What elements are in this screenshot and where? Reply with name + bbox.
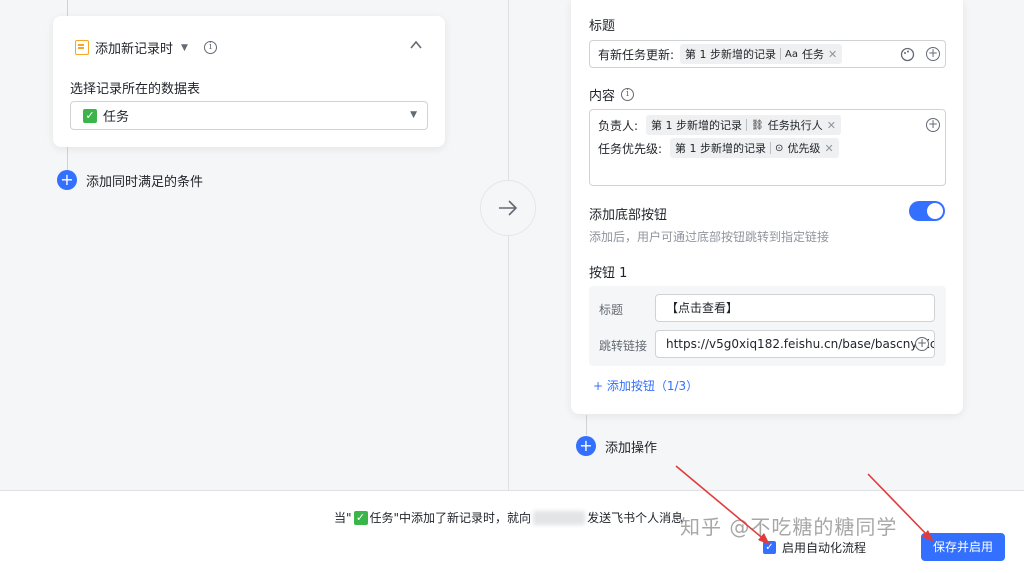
info-icon[interactable]: i	[203, 41, 217, 54]
link-field-icon: ⛓	[751, 119, 764, 131]
content-label-row: 内容 i	[589, 85, 635, 104]
check-mark-icon: ✓	[353, 510, 368, 525]
watermark: 知乎 @不吃糖的糖同学	[680, 515, 898, 539]
flow-arrow	[480, 180, 536, 236]
caret-down-icon[interactable]: ▼	[181, 43, 188, 53]
field-token[interactable]: 第 1 步新增的记录 Aa 任务 ✕	[680, 44, 843, 64]
footer-bar: 当" ✓ 任务"中添加了新记录时，就向 发送飞书个人消息 知乎 @不吃糖的糖同学…	[0, 490, 1024, 573]
token-step: 第 1 步新增的记录	[651, 119, 743, 132]
button-title-label: 标题	[599, 303, 624, 317]
token-step: 第 1 步新增的记录	[675, 142, 767, 155]
field-token[interactable]: 第 1 步新增的记录 ⊙ 优先级 ✕	[670, 138, 839, 158]
add-condition-label: 添加同时满足的条件	[86, 174, 204, 190]
trigger-header[interactable]: 添加新记录时 ▼ i	[75, 38, 217, 57]
plus-icon: +	[57, 170, 77, 190]
action-card: 标题 有新任务更新: 第 1 步新增的记录 Aa 任务 ✕ + 内容 i 负责人…	[571, 0, 963, 414]
button-title-input[interactable]: 【点击查看】	[655, 294, 935, 322]
button-link-value: https://v5g0xiq182.feishu.cn/base/bascny…	[666, 337, 935, 351]
trigger-card: 添加新记录时 ▼ i 选择记录所在的数据表 ✓ 任务 ▼	[53, 16, 445, 147]
token-separator	[746, 119, 748, 131]
remove-icon[interactable]: ✕	[828, 48, 837, 61]
bottom-button-label: 添加底部按钮	[589, 208, 668, 223]
redacted-name	[533, 510, 586, 525]
text-field-icon: Aa	[785, 48, 799, 60]
add-operation-label: 添加操作	[605, 440, 658, 456]
add-condition-button[interactable]: + 添加同时满足的条件	[57, 170, 203, 190]
remove-icon[interactable]: ✕	[827, 119, 836, 132]
chevron-up-icon[interactable]	[409, 38, 423, 52]
caret-down-icon: ▼	[410, 110, 417, 120]
title-field-label: 标题	[589, 19, 616, 34]
enable-automation-label: 启用自动化流程	[782, 541, 867, 555]
flow-summary: 当" ✓ 任务"中添加了新记录时，就向 发送飞书个人消息	[334, 509, 683, 526]
summary-text: 当"	[334, 511, 352, 525]
token-field: 任务	[802, 48, 825, 61]
palette-icon[interactable]	[900, 47, 915, 62]
checkbox-checked-icon: ✓	[763, 541, 776, 554]
content-field[interactable]: 负责人: 第 1 步新增的记录 ⛓ 任务执行人 ✕ 任务优先级: 第 1 步新增…	[589, 109, 946, 186]
button-section-label: 按钮 1	[589, 266, 628, 281]
button-link-label: 跳转链接	[599, 339, 648, 353]
insert-plus-icon[interactable]: +	[926, 47, 940, 61]
summary-text: 任务"中添加了新记录时，就向	[369, 511, 532, 525]
arrow-right-icon	[499, 200, 518, 216]
flow-canvas: 添加新记录时 ▼ i 选择记录所在的数据表 ✓ 任务 ▼ + 添加同时满足的条件…	[0, 0, 1024, 490]
content-row-prefix: 任务优先级:	[598, 141, 663, 156]
token-separator	[770, 142, 772, 154]
button-link-input[interactable]: https://v5g0xiq182.feishu.cn/base/bascny…	[655, 330, 935, 358]
divider-line	[508, 0, 509, 490]
summary-text: 发送飞书个人消息	[587, 511, 684, 525]
bottom-button-hint: 添加后，用户可通过底部按钮跳转到指定链接	[589, 230, 830, 244]
title-field[interactable]: 有新任务更新: 第 1 步新增的记录 Aa 任务 ✕ +	[589, 40, 946, 68]
record-doc-icon	[75, 40, 89, 55]
trigger-title: 添加新记录时	[95, 42, 174, 57]
insert-plus-icon[interactable]: +	[915, 337, 929, 351]
token-separator	[780, 48, 782, 60]
select-field-icon: ⊙	[775, 142, 784, 154]
insert-plus-icon[interactable]: +	[926, 118, 940, 132]
content-field-label: 内容	[589, 89, 616, 104]
content-row-prefix: 负责人:	[598, 118, 639, 133]
token-field: 任务执行人	[767, 119, 823, 132]
add-button-link[interactable]: + 添加按钮（1/3）	[593, 377, 698, 394]
save-and-enable-button[interactable]: 保存并启用	[921, 533, 1005, 561]
token-step: 第 1 步新增的记录	[685, 48, 777, 61]
button-config-panel: 标题 【点击查看】 跳转链接 https://v5g0xiq182.feishu…	[589, 286, 946, 366]
title-prefix: 有新任务更新:	[598, 47, 675, 62]
check-mark-icon: ✓	[83, 108, 97, 123]
bottom-button-toggle[interactable]	[909, 201, 945, 221]
field-token[interactable]: 第 1 步新增的记录 ⛓ 任务执行人 ✕	[646, 115, 841, 135]
add-operation-button[interactable]: + 添加操作	[576, 436, 657, 456]
token-field: 优先级	[787, 142, 821, 155]
table-select[interactable]: ✓ 任务 ▼	[70, 101, 428, 130]
enable-automation-checkbox[interactable]: ✓ 启用自动化流程	[763, 539, 866, 556]
table-select-label: 选择记录所在的数据表	[70, 82, 201, 97]
connector-line	[586, 415, 587, 435]
table-select-value: 任务	[103, 110, 130, 125]
plus-icon: +	[576, 436, 596, 456]
remove-icon[interactable]: ✕	[824, 142, 833, 155]
info-icon[interactable]: i	[621, 88, 635, 101]
